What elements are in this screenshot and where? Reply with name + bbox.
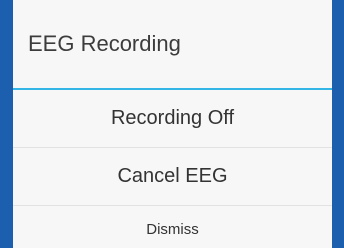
recording-off-button[interactable]: Recording Off [13,90,332,148]
dialog-title: EEG Recording [13,0,332,88]
eeg-recording-dialog: EEG Recording Recording Off Cancel EEG D… [13,0,332,248]
cancel-eeg-button[interactable]: Cancel EEG [13,148,332,206]
dismiss-button[interactable]: Dismiss [13,206,332,248]
